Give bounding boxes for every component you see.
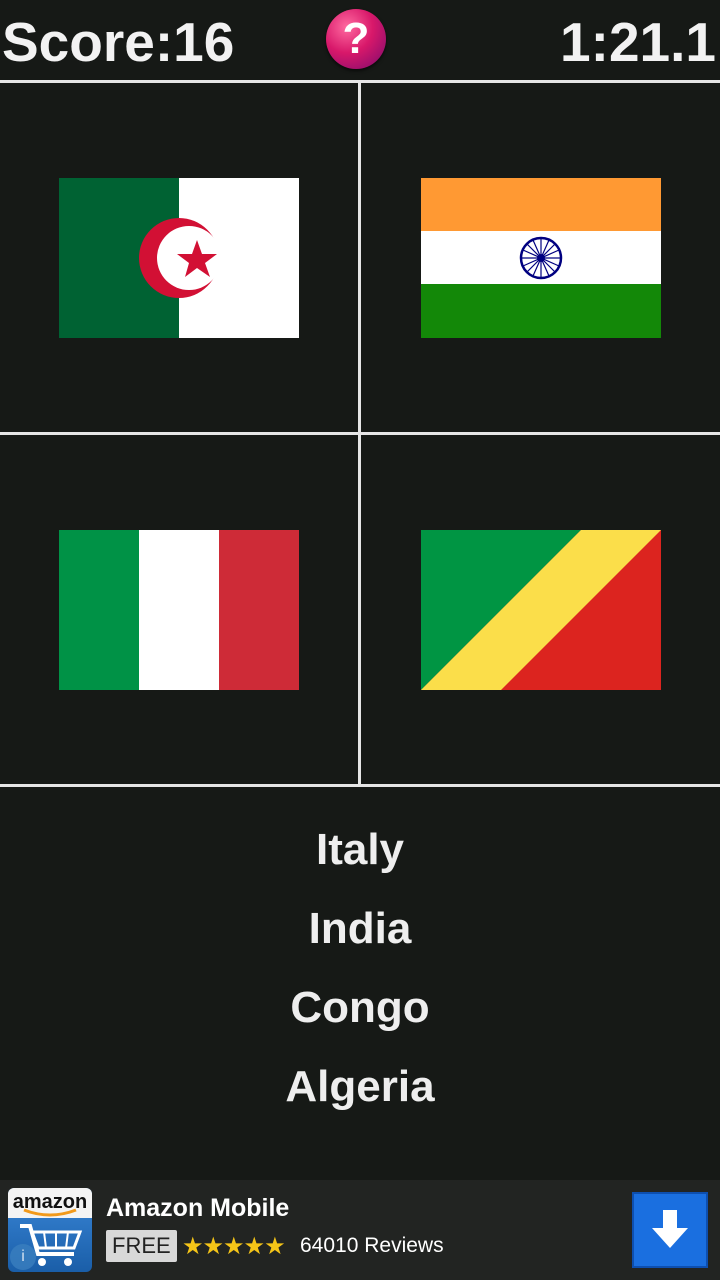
congo-flag-icon xyxy=(421,530,661,690)
ad-info-icon[interactable]: i xyxy=(10,1244,36,1270)
free-badge: FREE xyxy=(106,1230,177,1262)
download-arrow-icon xyxy=(652,1210,688,1248)
flag-cell-congo[interactable] xyxy=(362,436,720,784)
timer-label: 1:21.1 xyxy=(560,11,716,73)
flag-cell-algeria[interactable] xyxy=(0,84,358,432)
ad-banner[interactable]: amazon i Amazon Mobile FREE ★★★★★ 64010 … xyxy=(0,1180,720,1280)
flag-cell-india[interactable] xyxy=(362,84,720,432)
india-flag-icon xyxy=(421,178,661,338)
score-label: Score:16 xyxy=(2,11,235,73)
answer-list: Italy India Congo Algeria xyxy=(0,790,720,1180)
algeria-flag-icon xyxy=(59,178,299,338)
question-mark-icon: ? xyxy=(342,14,370,63)
flag-cell-italy[interactable] xyxy=(0,436,358,784)
divider-vertical xyxy=(358,83,361,784)
answer-option[interactable]: India xyxy=(0,899,720,959)
download-button[interactable] xyxy=(632,1192,708,1268)
divider-bottom xyxy=(0,784,720,787)
help-button[interactable]: ? xyxy=(326,9,386,69)
rating-stars-icon: ★★★★★ xyxy=(182,1233,286,1260)
review-count: 64010 Reviews xyxy=(300,1234,444,1257)
answer-option[interactable]: Congo xyxy=(0,978,720,1038)
answer-option[interactable]: Italy xyxy=(0,820,720,880)
italy-flag-icon xyxy=(59,530,299,690)
ad-title: Amazon Mobile xyxy=(106,1194,290,1222)
top-bar: Score:16 ? 1:21.1 xyxy=(0,0,720,82)
answer-option[interactable]: Algeria xyxy=(0,1057,720,1117)
